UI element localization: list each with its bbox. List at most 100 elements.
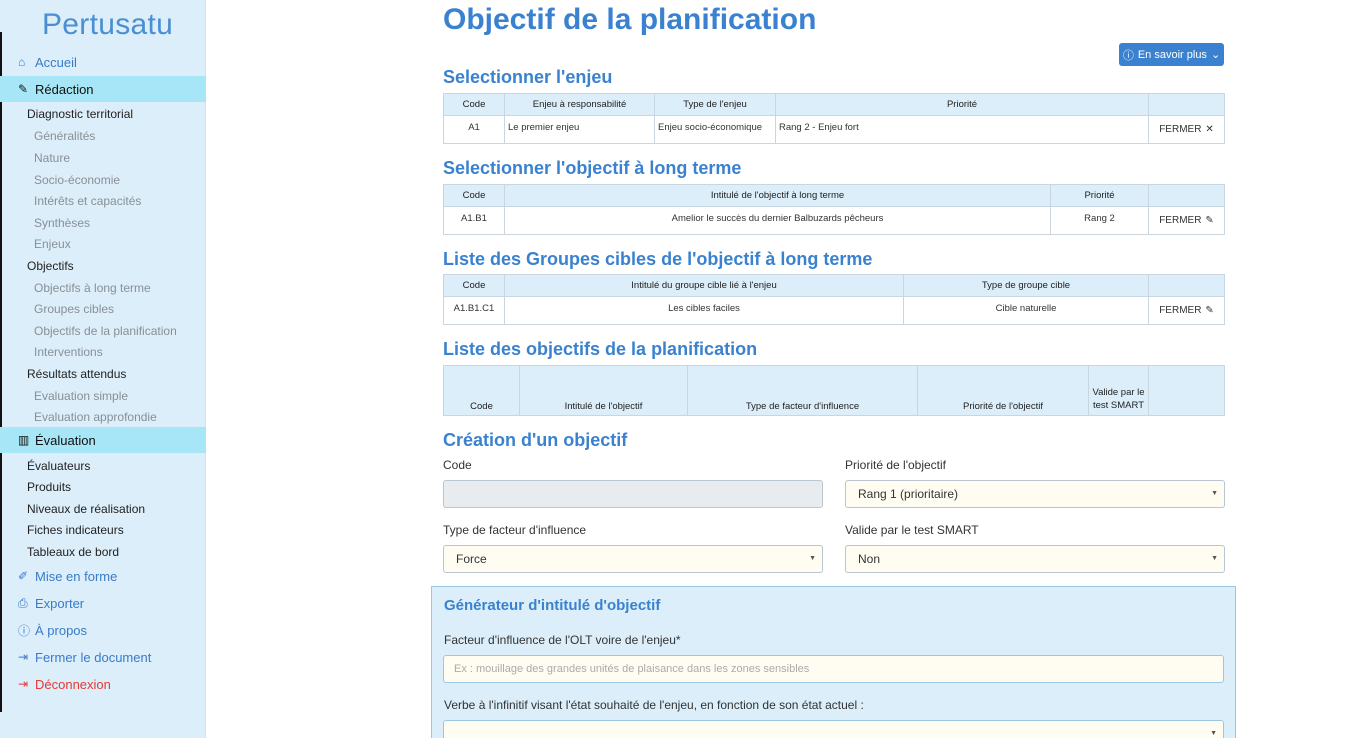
nav-interventions[interactable]: Interventions bbox=[34, 345, 103, 359]
col-header: Priorité de l'objectif bbox=[917, 365, 1089, 416]
nav-objectifs[interactable]: Objectifs bbox=[27, 259, 74, 273]
col-header: Priorité bbox=[1050, 184, 1149, 207]
col-header: Code bbox=[443, 184, 505, 207]
fermer-label: FERMER bbox=[1159, 124, 1202, 135]
cell-priorite: Rang 2 - Enjeu fort bbox=[775, 115, 1149, 144]
nav-redaction[interactable]: ✎ Rédaction bbox=[0, 76, 206, 102]
print-icon: ⎙ bbox=[18, 595, 28, 610]
cell-code: A1 bbox=[443, 115, 505, 144]
app-brand[interactable]: Pertusatu bbox=[42, 8, 173, 42]
section-title-olt: Selectionner l'objectif à long terme bbox=[443, 158, 742, 178]
verbe-select[interactable]: ▼ bbox=[443, 720, 1224, 738]
table-row[interactable]: A1 Le premier enjeu Enjeu socio-économiq… bbox=[443, 115, 1225, 144]
nav-mise-en-forme[interactable]: ✐ Mise en forme bbox=[0, 563, 206, 589]
nav-produits[interactable]: Produits bbox=[27, 480, 71, 494]
page-title: Objectif de la planification bbox=[443, 3, 817, 36]
cell-intitule: Les cibles faciles bbox=[504, 296, 904, 325]
nav-eval-appro[interactable]: Evaluation approfondie bbox=[34, 410, 157, 424]
nav-obj-planif[interactable]: Objectifs de la planification bbox=[34, 324, 177, 338]
nav-interets[interactable]: Intérêts et capacités bbox=[34, 194, 141, 208]
priorite-label: Priorité de l'objectif bbox=[845, 458, 947, 472]
fermer-button[interactable]: FERMER ✕ bbox=[1148, 115, 1225, 144]
cell-code: A1.B1.C1 bbox=[443, 296, 505, 325]
fermer-button[interactable]: FERMER ✎ bbox=[1148, 206, 1225, 235]
fermer-label: FERMER bbox=[1159, 305, 1202, 316]
cell-code: A1.B1 bbox=[443, 206, 505, 235]
col-header bbox=[1148, 365, 1225, 416]
smart-select[interactable]: Non ▼ bbox=[845, 545, 1225, 573]
facteur-label: Facteur d'influence de l'OLT voire de l'… bbox=[444, 633, 681, 647]
generator-panel: Générateur d'intitulé d'objectif Facteur… bbox=[431, 586, 1236, 738]
sign-out-icon: ⇥ bbox=[18, 650, 29, 664]
nav-syntheses[interactable]: Synthèses bbox=[34, 216, 90, 230]
nav-enjeux[interactable]: Enjeux bbox=[34, 237, 71, 251]
priorite-value: Rang 1 (prioritaire) bbox=[858, 487, 959, 501]
chevron-down-icon: ▼ bbox=[1211, 555, 1218, 562]
nav-label: À propos bbox=[35, 622, 88, 638]
sidebar: Pertusatu ⌂ Accueil ✎ Rédaction Diagnost… bbox=[0, 0, 206, 738]
cell-type: Enjeu socio-économique bbox=[654, 115, 776, 144]
cell-type: Cible naturelle bbox=[903, 296, 1149, 325]
nav-groupes[interactable]: Groupes cibles bbox=[34, 302, 114, 316]
nav-nature[interactable]: Nature bbox=[34, 151, 70, 165]
nav-deconnexion[interactable]: ⇥ Déconnexion bbox=[0, 671, 206, 697]
nav-resultats[interactable]: Résultats attendus bbox=[27, 367, 126, 381]
nav-evaluation[interactable]: ▥ Évaluation bbox=[0, 427, 206, 453]
nav-label: Mise en forme bbox=[35, 568, 118, 584]
col-header: Type de facteur d'influence bbox=[687, 365, 918, 416]
brush-icon: ✐ bbox=[18, 569, 29, 583]
nav-eval-simple[interactable]: Evaluation simple bbox=[34, 389, 128, 403]
cell-intitule: Amelior le succès du dernier Balbuzards … bbox=[504, 206, 1051, 235]
code-label: Code bbox=[443, 458, 472, 472]
nav-fiches[interactable]: Fiches indicateurs bbox=[27, 523, 124, 537]
chevron-down-icon: ▼ bbox=[809, 555, 816, 562]
chevron-down-icon: ▼ bbox=[1210, 730, 1217, 737]
nav-label: Déconnexion bbox=[35, 676, 111, 692]
close-icon: ✕ bbox=[1205, 124, 1214, 135]
nav-label: Accueil bbox=[35, 54, 77, 70]
nav-socio[interactable]: Socio-économie bbox=[34, 173, 120, 187]
nav-niveaux[interactable]: Niveaux de réalisation bbox=[27, 502, 145, 516]
nav-evaluateurs[interactable]: Évaluateurs bbox=[27, 459, 90, 473]
edit-icon: ✎ bbox=[1205, 215, 1214, 226]
code-field[interactable] bbox=[443, 480, 823, 508]
nav-diagnostic[interactable]: Diagnostic territorial bbox=[27, 107, 133, 121]
nav-exporter[interactable]: ⎙ Exporter bbox=[0, 590, 206, 616]
col-header: Intitulé de l'objectif à long terme bbox=[504, 184, 1051, 207]
type-select[interactable]: Force ▼ bbox=[443, 545, 823, 573]
table-row[interactable]: A1.B1.C1 Les cibles faciles Cible nature… bbox=[443, 296, 1225, 325]
col-header bbox=[1148, 274, 1225, 297]
logout-icon: ⇥ bbox=[18, 677, 29, 691]
section-title-objectifs: Liste des objectifs de la planification bbox=[443, 339, 758, 359]
nav-generalites[interactable]: Généralités bbox=[34, 129, 95, 143]
nav-olt[interactable]: Objectifs à long terme bbox=[34, 281, 151, 295]
facteur-input[interactable]: Ex : mouillage des grandes unités de pla… bbox=[443, 655, 1224, 683]
col-header: Code bbox=[443, 365, 520, 416]
col-header: Priorité bbox=[775, 93, 1149, 116]
table-enjeu: Code Enjeu à responsabilité Type de l'en… bbox=[443, 93, 1225, 144]
col-header: Type de groupe cible bbox=[903, 274, 1149, 297]
table-objectifs: Code Intitulé de l'objectif Type de fact… bbox=[443, 365, 1225, 416]
col-header: Enjeu à responsabilité bbox=[504, 93, 655, 116]
nav-accueil[interactable]: ⌂ Accueil bbox=[0, 49, 206, 75]
bar-chart-icon: ▥ bbox=[18, 433, 30, 447]
smart-value: Non bbox=[858, 552, 881, 566]
section-title-groupes: Liste des Groupes cibles de l'objectif à… bbox=[443, 249, 873, 269]
fermer-button[interactable]: FERMER ✎ bbox=[1148, 296, 1225, 325]
edit-icon: ✎ bbox=[1205, 305, 1214, 316]
table-row[interactable]: A1.B1 Amelior le succès du dernier Balbu… bbox=[443, 206, 1225, 235]
nav-apropos[interactable]: ⓘ À propos bbox=[0, 617, 206, 643]
col-header: Type de l'enjeu bbox=[654, 93, 776, 116]
col-header: Intitulé de l'objectif bbox=[519, 365, 688, 416]
nav-fermer-document[interactable]: ⇥ Fermer le document bbox=[0, 644, 206, 670]
col-header: Code bbox=[443, 274, 505, 297]
priorite-select[interactable]: Rang 1 (prioritaire) ▼ bbox=[845, 480, 1225, 508]
info-button[interactable]: ⓘ En savoir plus ⌄ bbox=[1119, 43, 1224, 66]
edit-icon: ✎ bbox=[18, 82, 29, 96]
table-groupes: Code Intitulé du groupe cible lié à l'en… bbox=[443, 274, 1225, 325]
nav-tableaux[interactable]: Tableaux de bord bbox=[27, 545, 119, 559]
cell-enjeu: Le premier enjeu bbox=[504, 115, 655, 144]
section-title-creation: Création d'un objectif bbox=[443, 430, 628, 450]
fermer-label: FERMER bbox=[1159, 215, 1202, 226]
nav-label: Rédaction bbox=[35, 81, 94, 97]
